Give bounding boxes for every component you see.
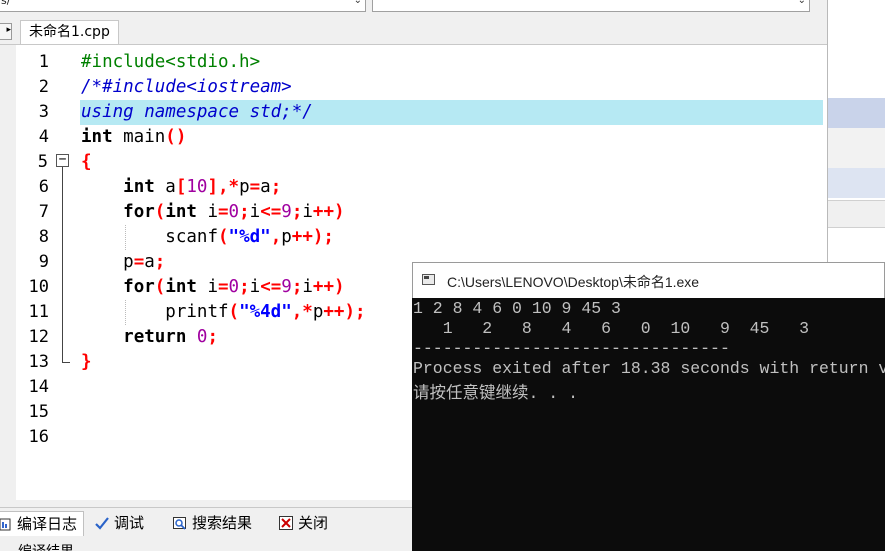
editor-tab-strip: ▸ 未命名1.cpp [0,18,827,45]
line-number: 13 [28,352,49,372]
fold-line [62,167,63,363]
code-line: scanf("%d",p++); [165,227,334,247]
line-number: 5 [37,152,48,172]
line-number: 4 [38,127,49,147]
tab-close-label: 关闭 [298,514,329,532]
code-line: return 0; [123,327,218,347]
console-title: C:\Users\LENOVO\Desktop\未命名1.exe [447,274,700,290]
code-line: printf("%4d",*p++); [165,302,366,322]
compile-result-label: 编译结果 [18,541,74,551]
code-line: for(int i=0;i<=9;i++) [123,202,345,222]
console-line: Process exited after 18.38 seconds with … [413,359,885,378]
tab-debug-label: 调试 [114,514,145,532]
line-number: 12 [28,327,49,347]
chevron-down-icon: ⌄ [353,0,362,6]
tab-file[interactable]: 未命名1.cpp [20,20,119,44]
code-line: using namespace std;*/ [81,102,313,122]
line-number: 1 [38,52,49,72]
line-number: 6 [38,177,49,197]
tab-search-results-label: 搜索结果 [192,514,253,532]
background-band [828,128,885,168]
check-icon [95,517,109,530]
console-line: -------------------------------- [413,339,730,358]
search-icon [173,517,186,530]
line-number: 15 [28,402,49,422]
code-line: #include<stdio.h> [81,52,261,72]
tab-compile-log-label: 编译日志 [17,515,78,533]
background-band [828,200,885,228]
console-line: 请按任意键继续. . . [413,384,579,403]
background-band [828,98,885,128]
compile-log-icon [0,518,11,531]
line-number: 9 [38,252,49,272]
code-line: for(int i=0;i<=9;i++) [123,277,345,297]
fold-toggle-icon[interactable]: − [56,153,69,167]
tab-compile-log[interactable]: 编译日志 [0,511,85,536]
close-icon [279,516,293,530]
background-band [828,168,885,198]
tab-scroll-button[interactable]: ▸ [0,23,12,40]
console-title-bar[interactable]: C:\Users\LENOVO\Desktop\未命名1.exe [412,262,885,298]
line-number: 7 [38,202,49,222]
code-line: int a[10],*p=a; [123,177,282,197]
chevron-down-icon: ⌄ [797,0,806,6]
code-line: int main() [81,127,187,147]
line-number: 16 [28,427,49,447]
line-number: 8 [38,227,49,247]
line-number: 11 [28,302,49,322]
line-number: 14 [28,377,49,397]
console-app-icon [422,274,435,285]
toolbar-combos: s/ ⌄ ⌄ [0,0,827,14]
console-window[interactable]: C:\Users\LENOVO\Desktop\未命名1.exe 1 2 8 4… [412,262,885,551]
scope-combo[interactable]: s/ ⌄ [0,0,366,12]
code-line: p=a; [123,252,166,272]
line-number: 10 [28,277,49,297]
symbol-combo[interactable]: ⌄ [372,0,810,12]
fold-end [62,362,70,363]
console-line: 1 2 8 4 6 0 10 9 45 3 [413,319,810,338]
scope-combo-text: s/ [1,0,11,7]
code-line: /*#include<iostream> [81,77,292,97]
code-line: { [81,152,92,172]
tab-close[interactable]: 关闭 [276,511,328,535]
tab-search-results[interactable]: 搜索结果 [170,511,252,535]
line-number: 2 [38,77,49,97]
console-line: 1 2 8 4 6 0 10 9 45 3 [413,299,621,318]
code-line: } [81,352,92,372]
tab-debug[interactable]: 调试 [92,511,144,535]
line-number: 3 [38,102,49,122]
